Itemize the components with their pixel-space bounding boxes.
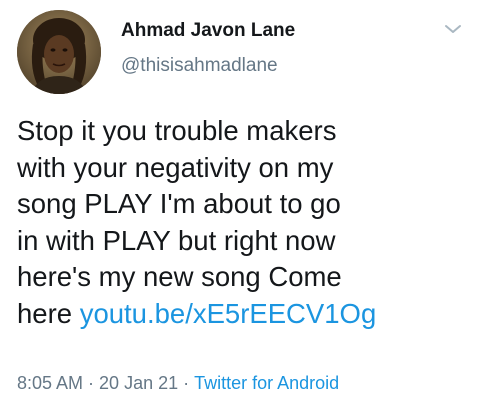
tweet-date[interactable]: 20 Jan 21 — [99, 373, 178, 393]
avatar[interactable] — [17, 10, 101, 94]
tweet-meta: 8:05 AM · 20 Jan 21 · Twitter for Android — [17, 372, 339, 394]
tweet-text-line: here's my new song Come — [17, 261, 342, 292]
tweet-link[interactable]: youtu.be/xE5rEECV1Og — [80, 298, 377, 329]
tweet-text: Stop it you trouble makers with your neg… — [17, 113, 467, 332]
tweet-text-line: here — [17, 297, 73, 329]
author-handle[interactable]: @thisisahmadlane — [121, 54, 278, 78]
tweet-text-line: Stop it you trouble makers — [17, 115, 337, 146]
meta-separator: · — [88, 373, 95, 393]
tweet-text-last-line: here youtu.be/xE5rEECV1Og — [17, 296, 467, 333]
chevron-down-icon — [445, 25, 461, 33]
tweet-source-link[interactable]: Twitter for Android — [194, 373, 339, 393]
tweet-text-line: in with PLAY but right now — [17, 224, 336, 256]
tweet-time[interactable]: 8:05 AM — [17, 373, 83, 393]
author-display-name[interactable]: Ahmad Javon Lane — [121, 19, 295, 43]
meta-separator: · — [183, 373, 190, 393]
profile-photo-icon — [17, 10, 101, 94]
tweet-card: Ahmad Javon Lane @thisisahmadlane Stop i… — [0, 0, 480, 413]
tweet-menu-button[interactable] — [443, 22, 463, 36]
tweet-text-line: song PLAY I'm about to go — [17, 188, 341, 219]
tweet-text-line: with your negativity on my — [17, 151, 334, 183]
